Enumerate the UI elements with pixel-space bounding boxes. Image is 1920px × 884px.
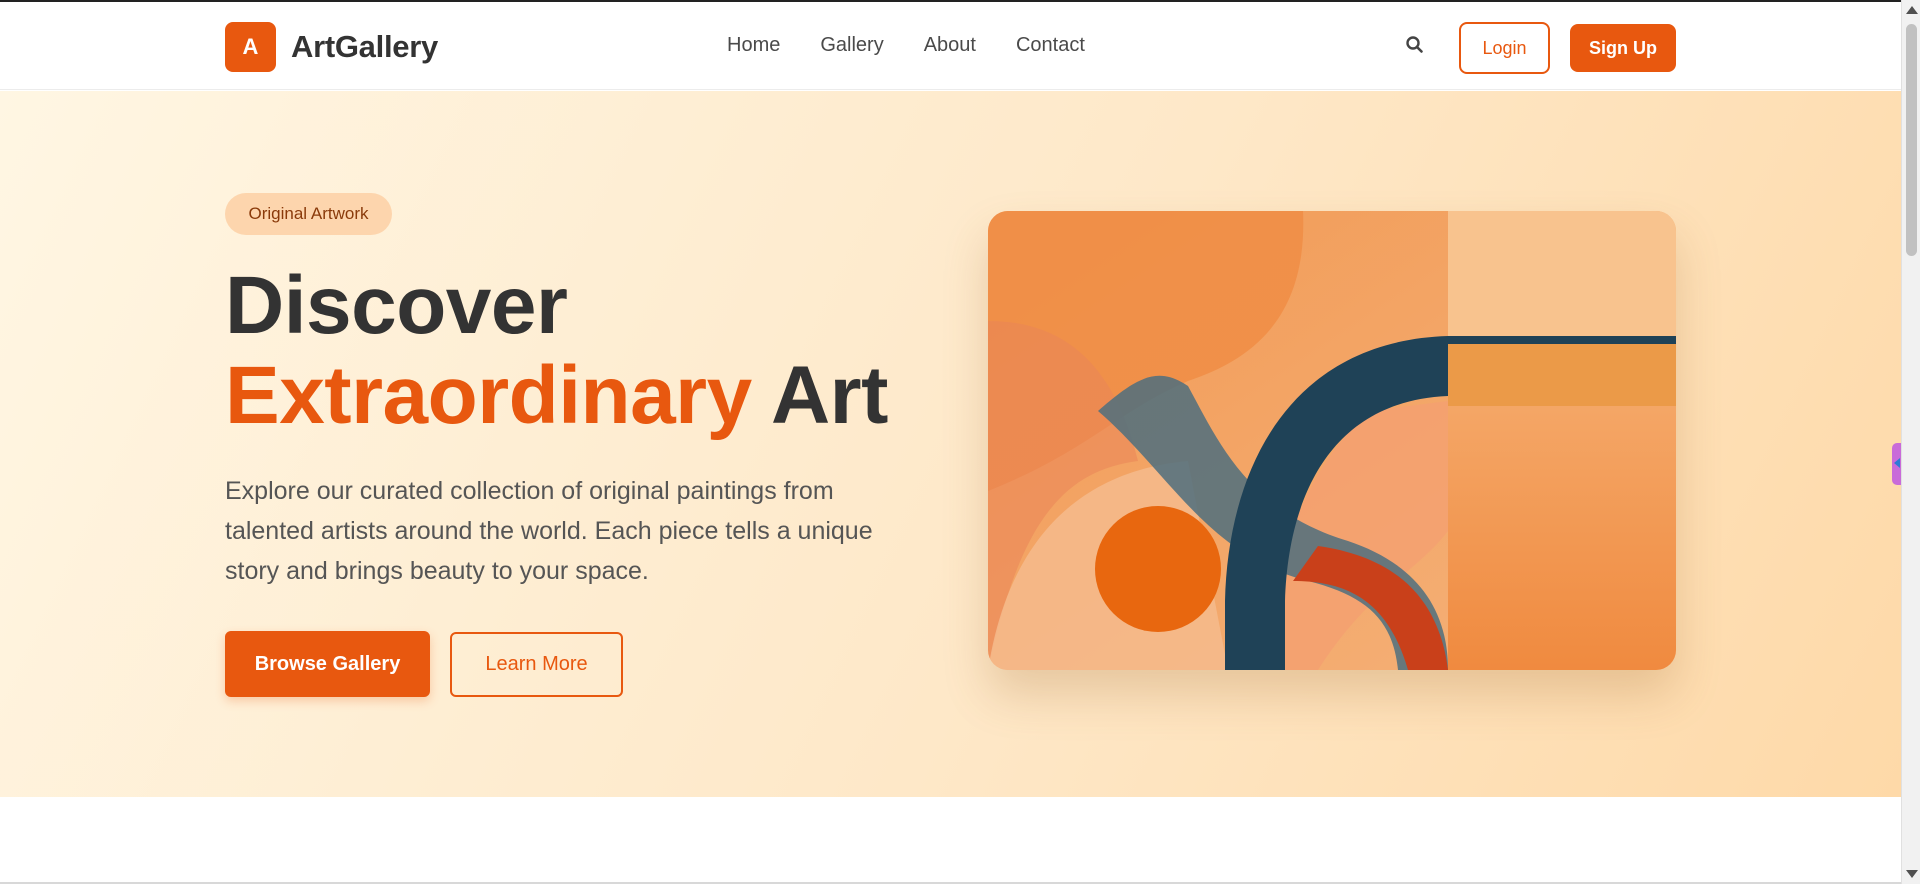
featured-artwork-image — [988, 211, 1676, 670]
headline-line1: Discover — [225, 260, 568, 351]
search-button[interactable] — [1402, 32, 1428, 58]
main-nav: Home Gallery About Contact — [727, 34, 1125, 57]
vertical-scrollbar[interactable] — [1901, 0, 1920, 884]
scroll-up-icon[interactable] — [1906, 6, 1918, 14]
browse-gallery-button[interactable]: Browse Gallery — [225, 631, 430, 697]
signup-button[interactable]: Sign Up — [1570, 24, 1676, 72]
nav-link-gallery[interactable]: Gallery — [820, 34, 883, 57]
hero-description: Explore our curated collection of origin… — [225, 477, 873, 585]
abstract-painting — [988, 211, 1676, 670]
nav-link-home[interactable]: Home — [727, 34, 780, 57]
headline-rest: Art — [770, 350, 888, 441]
nav-link-contact[interactable]: Contact — [1016, 34, 1085, 57]
nav-link-about[interactable]: About — [924, 34, 976, 57]
brand-name: ArtGallery — [291, 29, 438, 64]
login-button[interactable]: Login — [1459, 22, 1550, 74]
hero-headline: Discover Extraordinary Art — [225, 261, 888, 441]
browser-viewport: A ArtGallery Home Gallery About Contact … — [0, 0, 1901, 884]
learn-more-button[interactable]: Learn More — [450, 632, 623, 697]
logo-mark: A — [225, 22, 276, 72]
headline-accent: Extraordinary — [225, 350, 752, 441]
search-icon — [1406, 36, 1423, 53]
scrollbar-thumb[interactable] — [1906, 24, 1917, 256]
brand-logo[interactable]: A ArtGallery — [225, 22, 438, 72]
hero-section: Original Artwork Discover Extraordinary … — [0, 91, 1901, 797]
scroll-down-icon[interactable] — [1906, 870, 1918, 878]
navbar: A ArtGallery Home Gallery About Contact … — [0, 2, 1901, 90]
badge-original-artwork: Original Artwork — [225, 193, 392, 235]
